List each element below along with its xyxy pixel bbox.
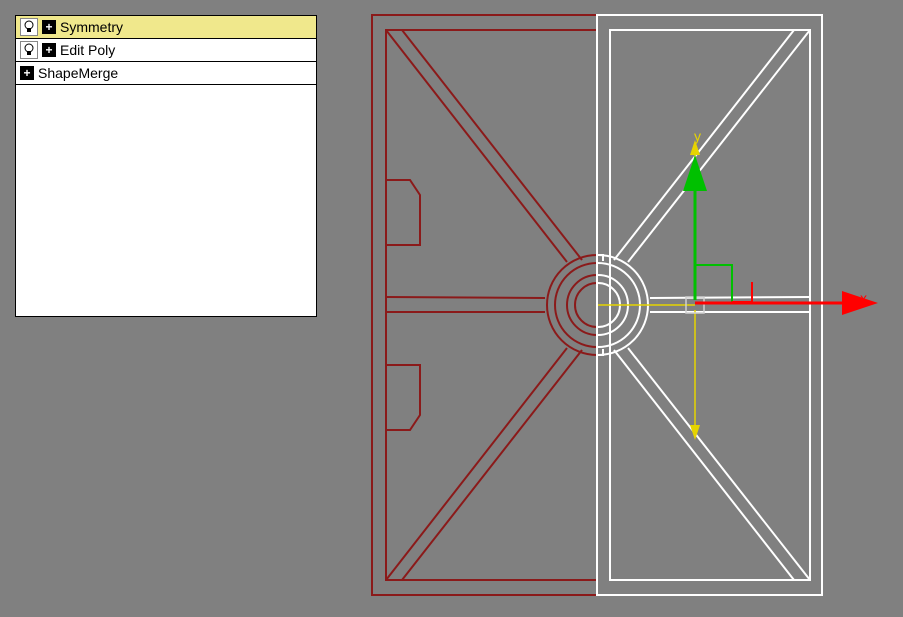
- expand-icon[interactable]: +: [20, 66, 34, 80]
- modifier-row-editpoly[interactable]: + Edit Poly: [16, 39, 316, 62]
- expand-icon[interactable]: +: [42, 43, 56, 57]
- modifier-stack-panel[interactable]: + Symmetry + Edit Poly + ShapeMerge: [15, 15, 317, 317]
- modifier-label: ShapeMerge: [38, 65, 312, 81]
- wireframe-left: [372, 15, 597, 595]
- viewport[interactable]: y x: [350, 0, 900, 617]
- modifier-row-shapemerge[interactable]: + ShapeMerge: [16, 62, 316, 85]
- modifier-row-symmetry[interactable]: + Symmetry: [16, 16, 316, 39]
- modifier-label: Symmetry: [60, 19, 312, 35]
- viewport-canvas: [350, 0, 900, 617]
- lightbulb-icon[interactable]: [20, 41, 38, 59]
- axis-label-y: y: [694, 128, 701, 144]
- expand-icon[interactable]: +: [42, 20, 56, 34]
- modifier-label: Edit Poly: [60, 42, 312, 58]
- lightbulb-icon[interactable]: [20, 18, 38, 36]
- axis-label-x: x: [860, 290, 867, 306]
